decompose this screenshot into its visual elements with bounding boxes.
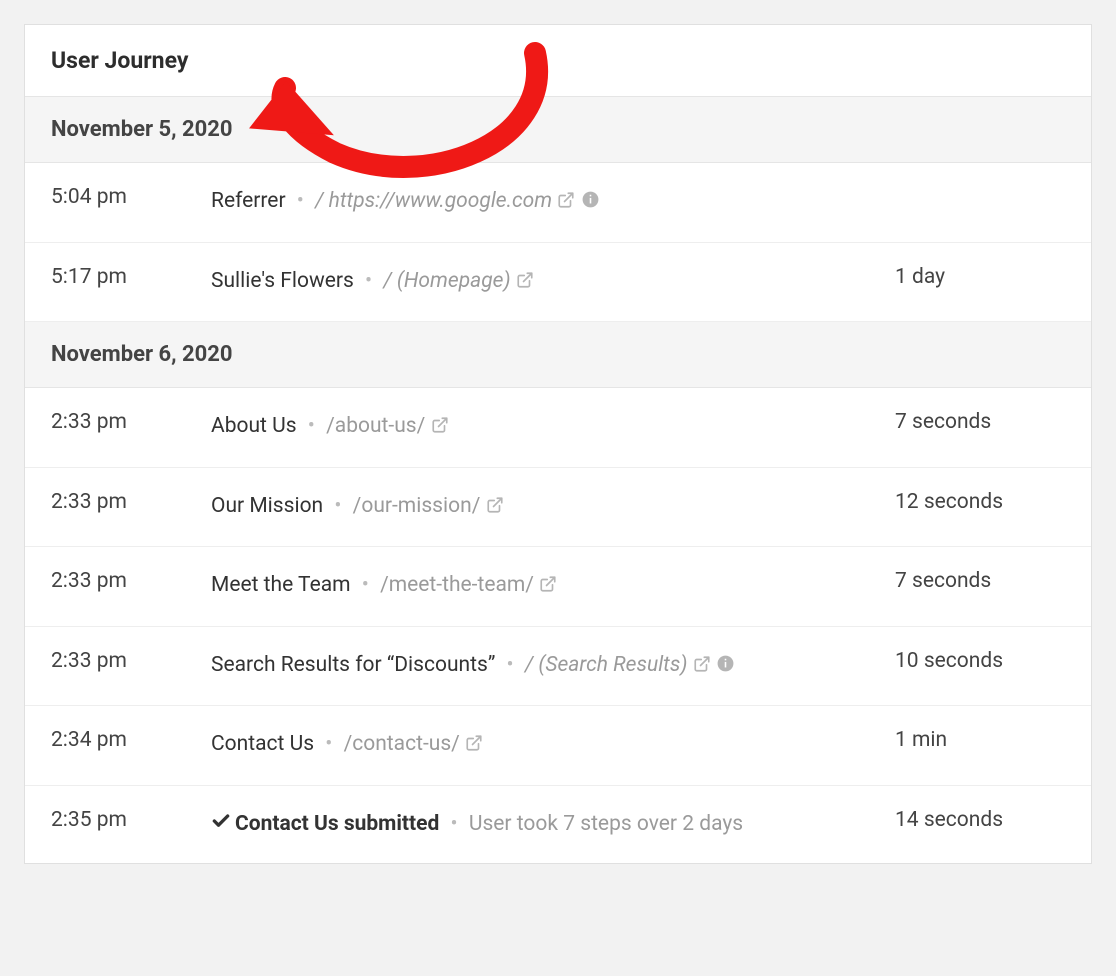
- entry-duration: 1 min: [895, 728, 1065, 752]
- separator-dot: •: [320, 732, 338, 756]
- journey-entry: 5:17 pmSullie's Flowers • / (Homepage) 1…: [25, 243, 1091, 323]
- separator-dot: •: [329, 494, 347, 518]
- journey-entry: 2:33 pmMeet the Team • /meet-the-team/ 7…: [25, 547, 1091, 627]
- entry-description: Our Mission • /our-mission/: [211, 490, 895, 525]
- external-link-icon[interactable]: [539, 571, 557, 604]
- entry-time: 5:17 pm: [51, 265, 211, 289]
- entry-description: Sullie's Flowers • / (Homepage): [211, 265, 895, 300]
- entry-path: /meet-the-team/: [380, 573, 539, 597]
- entry-path: /about-us/: [326, 414, 430, 438]
- entry-duration: 12 seconds: [895, 490, 1065, 514]
- entry-description: Contact Us submitted • User took 7 steps…: [211, 808, 895, 842]
- journey-entry: 2:33 pmOur Mission • /our-mission/ 12 se…: [25, 468, 1091, 548]
- date-header: November 5, 2020: [25, 97, 1091, 163]
- entry-title: Our Mission: [211, 494, 323, 518]
- external-link-icon[interactable]: [557, 187, 575, 220]
- panel-title: User Journey: [25, 25, 1091, 97]
- entry-title: About Us: [211, 414, 297, 438]
- entry-title: Search Results for “Discounts”: [211, 653, 495, 677]
- external-link-icon[interactable]: [431, 412, 449, 445]
- external-link-icon[interactable]: [693, 651, 711, 684]
- entry-time: 2:33 pm: [51, 490, 211, 514]
- user-journey-panel: User Journey November 5, 20205:04 pmRefe…: [24, 24, 1092, 864]
- check-icon: [211, 809, 231, 842]
- entry-path: /our-mission/: [353, 494, 486, 518]
- entry-time: 2:33 pm: [51, 569, 211, 593]
- entry-description: Referrer • / https://www.google.com: [211, 185, 895, 220]
- separator-dot: •: [360, 269, 378, 293]
- separator-dot: •: [303, 414, 321, 438]
- entry-title: Referrer: [211, 189, 286, 213]
- entry-duration: 10 seconds: [895, 649, 1065, 673]
- separator-dot: •: [501, 653, 519, 677]
- entry-title: Contact Us: [211, 732, 314, 756]
- entry-path: /contact-us/: [344, 732, 465, 756]
- entry-description: Search Results for “Discounts” • / (Sear…: [211, 649, 895, 684]
- external-link-icon[interactable]: [516, 267, 534, 300]
- entry-description: Meet the Team • /meet-the-team/: [211, 569, 895, 604]
- entry-title: Meet the Team: [211, 573, 351, 597]
- entry-duration: 7 seconds: [895, 410, 1065, 434]
- journey-entry: 2:35 pmContact Us submitted • User took …: [25, 786, 1091, 864]
- entry-time: 5:04 pm: [51, 185, 211, 209]
- entry-description: About Us • /about-us/: [211, 410, 895, 445]
- journey-entry: 2:33 pmSearch Results for “Discounts” • …: [25, 627, 1091, 707]
- info-icon[interactable]: [581, 187, 600, 220]
- separator-dot: •: [292, 189, 310, 213]
- journey-entry: 2:34 pmContact Us • /contact-us/ 1 min: [25, 706, 1091, 786]
- journey-entry: 2:33 pmAbout Us • /about-us/ 7 seconds: [25, 388, 1091, 468]
- separator-dot: •: [445, 812, 463, 836]
- separator-dot: •: [357, 573, 375, 597]
- entry-title: Sullie's Flowers: [211, 269, 354, 293]
- entry-description: Contact Us • /contact-us/: [211, 728, 895, 763]
- entry-path: / (Homepage): [383, 269, 515, 293]
- info-icon[interactable]: [716, 651, 735, 684]
- entry-duration: 7 seconds: [895, 569, 1065, 593]
- entry-time: 2:33 pm: [51, 649, 211, 673]
- entry-duration: 14 seconds: [895, 808, 1065, 832]
- journey-entry: 5:04 pmReferrer • / https://www.google.c…: [25, 163, 1091, 243]
- entry-duration: 1 day: [895, 265, 1065, 289]
- entry-summary: User took 7 steps over 2 days: [469, 812, 743, 836]
- entry-path: / (Search Results): [525, 653, 693, 677]
- entry-time: 2:34 pm: [51, 728, 211, 752]
- entry-title: Contact Us submitted: [235, 812, 439, 836]
- entry-time: 2:33 pm: [51, 410, 211, 434]
- entry-path: / https://www.google.com: [315, 189, 557, 213]
- external-link-icon[interactable]: [465, 730, 483, 763]
- external-link-icon[interactable]: [486, 492, 504, 525]
- date-header: November 6, 2020: [25, 322, 1091, 388]
- entry-time: 2:35 pm: [51, 808, 211, 832]
